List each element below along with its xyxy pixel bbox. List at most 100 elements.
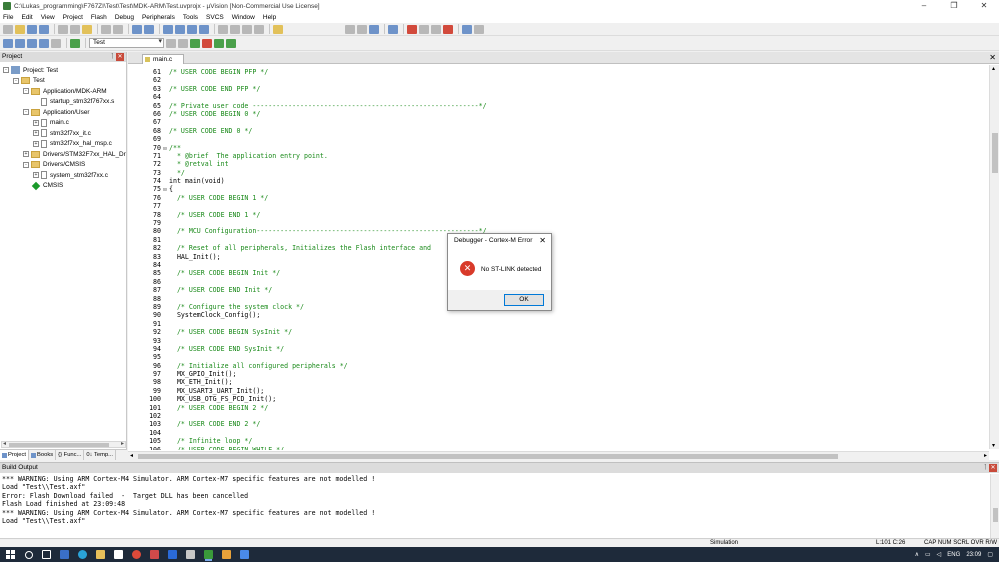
code-line[interactable]: 70 ⊟/** [128,144,988,152]
menu-peripherals[interactable]: Peripherals [142,14,175,21]
code-line[interactable]: 82 /* Reset of all peripherals, Initiali… [128,244,988,252]
close-window-button[interactable]: ✕ [969,0,999,12]
search-icon[interactable] [25,550,33,559]
code-line[interactable]: 100 MX_USB_OTG_FS_PCD_Init(); [128,395,988,403]
code-line[interactable]: 84 [128,261,988,269]
window-layout-icon[interactable] [462,24,472,34]
tree-item[interactable]: + stm32f7xx_hal_msp.c [0,139,126,150]
copy-icon[interactable] [70,24,80,34]
app-icon[interactable] [150,550,159,559]
code-line[interactable]: 97 MX_GPIO_Init(); [128,370,988,378]
menu-help[interactable]: Help [263,14,276,21]
ok-button[interactable]: OK [504,294,544,306]
code-line[interactable]: 91 [128,320,988,328]
undo-icon[interactable] [101,24,111,34]
close-panel-button[interactable]: ✕ [116,53,124,61]
indent-icon[interactable] [218,24,228,34]
code-line[interactable]: 85 /* USER CODE BEGIN Init */ [128,269,988,277]
stm32cubemx-icon[interactable] [168,550,177,559]
task-view-icon[interactable] [42,550,51,559]
tree-item[interactable]: + Drivers/STM32F7xx_HAL_Driv [0,149,126,160]
redo-icon[interactable] [113,24,123,34]
incremental-find-icon[interactable] [369,24,379,34]
code-line[interactable]: 80 /* MCU Configuration-----------------… [128,227,988,235]
chrome-icon[interactable] [132,550,141,559]
manage-components-icon[interactable] [190,38,200,48]
code-line[interactable]: 88 [128,295,988,303]
code-line[interactable]: 61 /* USER CODE BEGIN PFP */ [128,68,988,76]
rebuild-icon[interactable] [27,38,37,48]
kill-breakpoints-icon[interactable] [443,24,453,34]
file-extensions-icon[interactable] [178,38,188,48]
scroll-up-icon[interactable]: ▴ [992,65,995,72]
clock[interactable]: 23:09 [966,552,981,558]
disable-breakpoint-icon[interactable] [419,24,429,34]
menu-file[interactable]: File [3,14,13,21]
tab-templates[interactable]: 0↓ Temp... [84,450,117,460]
menu-debug[interactable]: Debug [115,14,134,21]
configure-icon[interactable] [474,24,484,34]
prev-bookmark-icon[interactable] [175,24,185,34]
pack-installer-icon[interactable] [214,38,224,48]
volume-icon[interactable]: ◁ [937,551,942,558]
close-panel-button[interactable]: ✕ [989,464,997,472]
pin-icon[interactable]: ᛙ [110,52,114,62]
menu-edit[interactable]: Edit [21,14,32,21]
save-icon[interactable] [27,24,37,34]
tab-main-c[interactable]: main.c [142,54,184,64]
code-line[interactable]: 81 [128,236,988,244]
collapse-icon[interactable]: - [23,161,29,168]
code-view[interactable]: 61 /* USER CODE BEGIN PFP */ 62 63 /* USER C… [128,68,988,450]
scrollbar-thumb[interactable] [9,443,109,447]
code-line[interactable]: 87 /* USER CODE END Init */ [128,286,988,294]
code-line[interactable]: 68 /* USER CODE END 0 */ [128,127,988,135]
expand-icon[interactable]: + [23,151,29,158]
scrollbar-thumb[interactable] [992,133,998,173]
navigate-back-icon[interactable] [132,24,142,34]
tree-item[interactable]: + stm32f7xx_it.c [0,128,126,139]
scroll-right-icon[interactable]: ▸ [121,440,124,447]
editor-horizontal-scrollbar[interactable]: ◂ ▸ [128,451,989,460]
app-icon[interactable] [240,550,249,559]
code-line[interactable]: 75 ⊟{ [128,185,988,193]
edge-icon[interactable] [78,550,87,559]
code-line[interactable]: 74 int main(void) [128,177,988,185]
paste-icon[interactable] [82,24,92,34]
tree-item[interactable]: + system_stm32f7xx.c [0,170,126,181]
code-line[interactable]: 102 [128,412,988,420]
scroll-left-icon[interactable]: ◂ [130,452,133,459]
project-tree-scrollbar[interactable]: ◂ ▸ [1,441,126,448]
menu-tools[interactable]: Tools [183,14,198,21]
tree-item[interactable]: - Test [0,76,126,87]
build-icon[interactable] [15,38,25,48]
tab-books[interactable]: Books [29,450,57,460]
code-line[interactable]: 64 [128,93,988,101]
expand-icon[interactable]: + [33,140,39,147]
breakpoint-icon[interactable] [407,24,417,34]
code-line[interactable]: 65 /* Private user code -----------------… [128,102,988,110]
code-line[interactable]: 71 * @brief The application entry point. [128,152,988,160]
notifications-icon[interactable]: ▢ [987,551,993,558]
batch-build-icon[interactable] [39,38,49,48]
download-icon[interactable] [70,38,80,48]
file-explorer-icon[interactable] [96,550,105,559]
tab-functions[interactable]: {} Func... [56,450,85,460]
tree-item[interactable]: - Application/MDK-ARM [0,86,126,97]
find-in-files-icon[interactable] [273,24,283,34]
collapse-icon[interactable]: - [23,109,29,116]
code-line[interactable]: 90 SystemClock_Config(); [128,311,988,319]
next-bookmark-icon[interactable] [187,24,197,34]
code-line[interactable]: 94 /* USER CODE END SysInit */ [128,345,988,353]
code-line[interactable]: 77 [128,202,988,210]
app-icon[interactable] [186,550,195,559]
menu-project[interactable]: Project [63,14,83,21]
dialog-close-button[interactable]: ✕ [539,234,546,248]
tree-item[interactable]: CMSIS [0,181,126,192]
collapse-icon[interactable]: - [23,88,29,95]
code-line[interactable]: 63 /* USER CODE END PFP */ [128,85,988,93]
minimize-button[interactable]: – [909,0,939,12]
find-combo-icon[interactable] [345,24,355,34]
pin-icon[interactable]: ᛙ [983,463,987,473]
code-line[interactable]: 93 [128,337,988,345]
code-line[interactable]: 62 [128,76,988,84]
